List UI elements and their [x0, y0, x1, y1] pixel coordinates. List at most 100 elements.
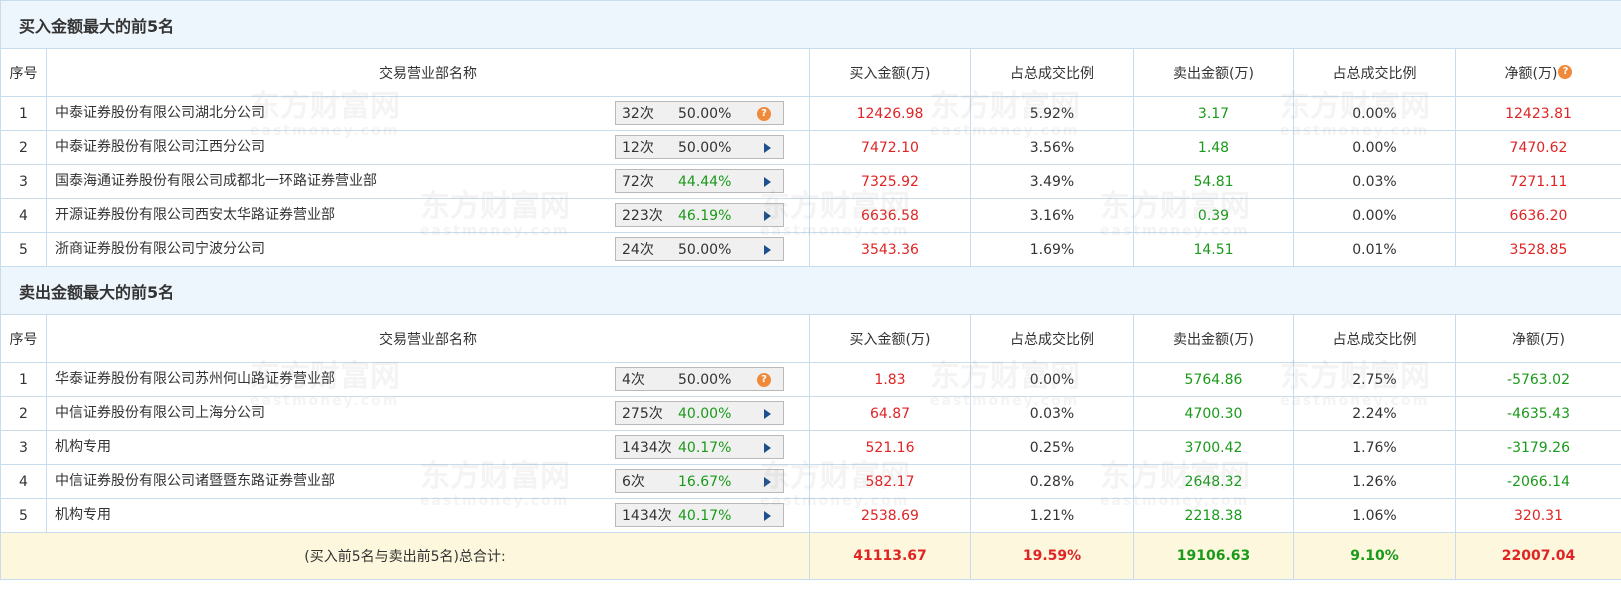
- branch-name-link[interactable]: 国泰海通证券股份有限公司成都北一环路证券营业部: [55, 166, 377, 198]
- sell-column-header-row: 序号 交易营业部名称 买入金额(万) 占总成交比例 卖出金额(万) 占总成交比例…: [0, 314, 1621, 363]
- buy-rows: 1 中泰证券股份有限公司湖北分公司 32次 50.00%? 12426.98 5.92% 3…: [0, 96, 1621, 267]
- history-badge[interactable]: 24次 50.00%: [615, 237, 784, 261]
- success-rate: 50.00%: [678, 106, 732, 122]
- branch-name-link[interactable]: 华泰证券股份有限公司苏州何山路证券营业部: [55, 364, 335, 396]
- arrow-right-icon[interactable]: [764, 177, 771, 187]
- total-net: 22007.04: [1454, 532, 1621, 580]
- buy-ratio: 5.92%: [970, 96, 1134, 131]
- success-rate: 40.17%: [678, 508, 732, 524]
- branch-cell: 机构专用 1434次 40.17%: [46, 430, 810, 465]
- buy-ratio: 3.49%: [970, 164, 1134, 199]
- col-header-seq: 序号: [0, 314, 47, 363]
- arrow-right-icon[interactable]: [764, 477, 771, 487]
- net-amount: 7470.62: [1454, 130, 1621, 165]
- branch-name-link[interactable]: 中信证券股份有限公司上海分公司: [55, 398, 265, 430]
- sell-amount: 3.17: [1133, 96, 1294, 131]
- sell-amount: 1.48: [1133, 130, 1294, 165]
- help-icon[interactable]: ?: [1558, 64, 1573, 79]
- history-badge[interactable]: 223次 46.19%: [615, 203, 784, 227]
- buy-amount: 582.17: [809, 464, 971, 499]
- branch-cell: 华泰证券股份有限公司苏州何山路证券营业部 4次 50.00%?: [46, 362, 810, 397]
- sell-row: 5 机构专用 1434次 40.17% 2538.69 1.21% 2218.38 1.06%…: [0, 498, 1621, 533]
- success-rate: 50.00%: [678, 372, 732, 388]
- history-badge[interactable]: 6次 16.67%: [615, 469, 784, 493]
- branch-cell: 中泰证券股份有限公司江西分公司 12次 50.00%: [46, 130, 810, 165]
- buy-ratio: 1.21%: [970, 498, 1134, 533]
- buy-row: 5 浙商证券股份有限公司宁波分公司 24次 50.00% 3543.36 1.69% 14.…: [0, 232, 1621, 267]
- col-header-buy: 买入金额(万): [809, 314, 971, 363]
- col-header-sell-ratio: 占总成交比例: [1293, 314, 1456, 363]
- sell-ratio: 0.03%: [1293, 164, 1456, 199]
- arrow-right-icon[interactable]: [764, 443, 771, 453]
- branch-name-link[interactable]: 中泰证券股份有限公司江西分公司: [55, 132, 265, 164]
- sell-row: 1 华泰证券股份有限公司苏州何山路证券营业部 4次 50.00%? 1.83 0.00% 5…: [0, 362, 1621, 397]
- sell-rows: 1 华泰证券股份有限公司苏州何山路证券营业部 4次 50.00%? 1.83 0.00% 5…: [0, 362, 1621, 533]
- buy-amount: 521.16: [809, 430, 971, 465]
- sell-amount: 5764.86: [1133, 362, 1294, 397]
- branch-name-link[interactable]: 浙商证券股份有限公司宁波分公司: [55, 234, 265, 266]
- dragon-tiger-table: 买入金额最大的前5名 序号 交易营业部名称 买入金额(万) 占总成交比例 卖出金…: [0, 0, 1621, 580]
- arrow-right-icon[interactable]: [764, 211, 771, 221]
- buy-amount: 2538.69: [809, 498, 971, 533]
- total-buy-ratio: 19.59%: [970, 532, 1134, 580]
- branch-name-link[interactable]: 中信证券股份有限公司诸暨暨东路证券营业部: [55, 466, 335, 498]
- col-header-name: 交易营业部名称: [46, 48, 810, 97]
- sell-ratio: 0.00%: [1293, 96, 1456, 131]
- col-header-net: 净额(万)?: [1454, 48, 1621, 97]
- appear-count: 6次: [622, 474, 645, 490]
- row-seq: 1: [0, 362, 47, 397]
- col-header-buy-ratio: 占总成交比例: [970, 314, 1134, 363]
- col-header-sell: 卖出金额(万): [1133, 48, 1294, 97]
- arrow-right-icon[interactable]: [764, 409, 771, 419]
- sell-row: 3 机构专用 1434次 40.17% 521.16 0.25% 3700.42 1.76% -…: [0, 430, 1621, 465]
- arrow-right-icon[interactable]: [764, 143, 771, 153]
- history-badge[interactable]: 32次 50.00%?: [615, 101, 784, 125]
- branch-name-link[interactable]: 机构专用: [55, 500, 111, 532]
- appear-count: 12次: [622, 140, 654, 156]
- appear-count: 72次: [622, 174, 654, 190]
- arrow-right-icon[interactable]: [764, 511, 771, 521]
- net-amount: -4635.43: [1454, 396, 1621, 431]
- sell-ratio: 1.26%: [1293, 464, 1456, 499]
- buy-amount: 3543.36: [809, 232, 971, 267]
- success-rate: 44.44%: [678, 174, 732, 190]
- help-icon[interactable]: ?: [757, 107, 771, 121]
- net-amount: 320.31: [1454, 498, 1621, 533]
- sell-ratio: 0.00%: [1293, 198, 1456, 233]
- buy-ratio: 3.56%: [970, 130, 1134, 165]
- history-badge[interactable]: 72次 44.44%: [615, 169, 784, 193]
- help-icon[interactable]: ?: [757, 373, 771, 387]
- branch-name-link[interactable]: 开源证券股份有限公司西安太华路证券营业部: [55, 200, 335, 232]
- branch-name-link[interactable]: 中泰证券股份有限公司湖北分公司: [55, 98, 265, 130]
- branch-cell: 中信证券股份有限公司诸暨暨东路证券营业部 6次 16.67%: [46, 464, 810, 499]
- branch-name-link[interactable]: 机构专用: [55, 432, 111, 464]
- branch-cell: 国泰海通证券股份有限公司成都北一环路证券营业部 72次 44.44%: [46, 164, 810, 199]
- sell-ratio: 1.76%: [1293, 430, 1456, 465]
- history-badge[interactable]: 1434次 40.17%: [615, 503, 784, 527]
- row-seq: 2: [0, 130, 47, 165]
- appear-count: 223次: [622, 208, 663, 224]
- history-badge[interactable]: 1434次 40.17%: [615, 435, 784, 459]
- history-badge[interactable]: 12次 50.00%: [615, 135, 784, 159]
- branch-cell: 中信证券股份有限公司上海分公司 275次 40.00%: [46, 396, 810, 431]
- col-header-net-label: 净额(万): [1504, 65, 1558, 82]
- sell-amount: 14.51: [1133, 232, 1294, 267]
- appear-count: 32次: [622, 106, 654, 122]
- appear-count: 275次: [622, 406, 663, 422]
- net-amount: 3528.85: [1454, 232, 1621, 267]
- row-seq: 3: [0, 430, 47, 465]
- appear-count: 24次: [622, 242, 654, 258]
- branch-cell: 中泰证券股份有限公司湖北分公司 32次 50.00%?: [46, 96, 810, 131]
- buy-section-header: 买入金额最大的前5名: [0, 0, 1621, 49]
- buy-ratio: 0.25%: [970, 430, 1134, 465]
- sell-amount: 0.39: [1133, 198, 1294, 233]
- row-seq: 4: [0, 464, 47, 499]
- appear-count: 1434次: [622, 440, 672, 456]
- buy-row: 3 国泰海通证券股份有限公司成都北一环路证券营业部 72次 44.44% 7325.92…: [0, 164, 1621, 199]
- row-seq: 1: [0, 96, 47, 131]
- buy-ratio: 0.00%: [970, 362, 1134, 397]
- history-badge[interactable]: 4次 50.00%?: [615, 367, 784, 391]
- net-amount: -5763.02: [1454, 362, 1621, 397]
- arrow-right-icon[interactable]: [764, 245, 771, 255]
- history-badge[interactable]: 275次 40.00%: [615, 401, 784, 425]
